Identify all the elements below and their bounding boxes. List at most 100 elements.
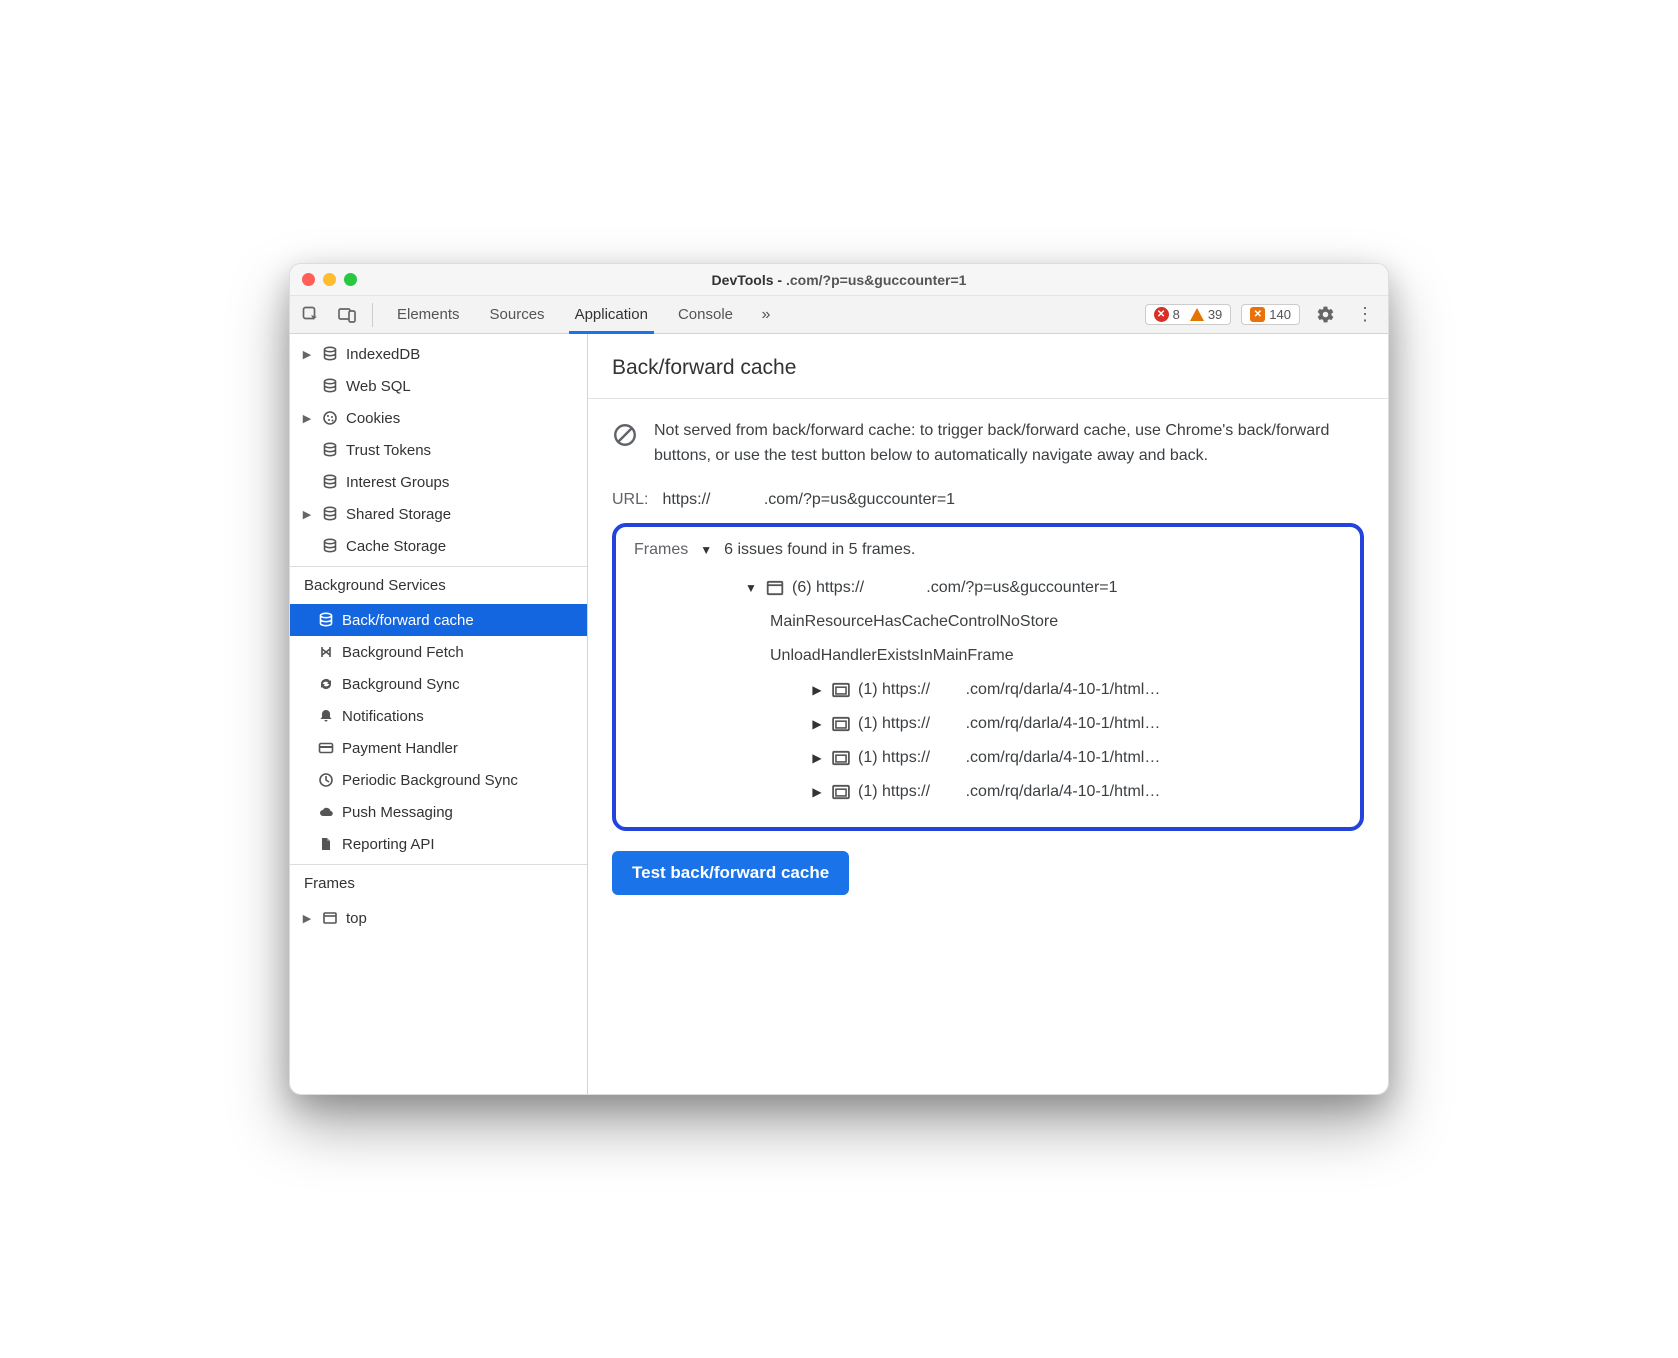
url-label: URL: [612,491,648,509]
window-icon [320,910,340,926]
database-icon [320,474,340,490]
sidebar-item-bfcache[interactable]: Back/forward cache [290,604,587,636]
sidebar-item-periodic-background-sync[interactable]: Periodic Background Sync [290,764,587,796]
cookie-icon [320,410,340,426]
iframe-icon [832,681,850,699]
sidebar-item-label: Cache Storage [346,538,446,555]
frame-url: https:// .com/?p=us&guccounter=1 [816,579,1118,596]
separator [372,303,373,327]
sync-icon [316,676,336,692]
sidebar-item-reporting-api[interactable]: Reporting API [290,828,587,860]
settings-button[interactable] [1310,300,1340,330]
iframe-icon [832,783,850,801]
error-icon: ✕ [1154,307,1169,322]
chevron-right-icon[interactable]: ▶ [810,707,824,741]
frame-url: https:// .com/rq/darla/4-10-1/html… [882,681,1160,698]
reason-text: UnloadHandlerExistsInMainFrame [770,639,1014,673]
sidebar-item-notifications[interactable]: Notifications [290,700,587,732]
sidebar-item-label: Reporting API [342,836,435,853]
chevron-right-icon[interactable]: ▶ [810,775,824,809]
inspect-element-button[interactable] [296,300,326,330]
more-options-button[interactable]: ⋮ [1350,300,1380,330]
subframe-row[interactable]: ▶ (1) https:// .com/rq/darla/4-10-1/html… [770,707,1342,741]
application-panel: Back/forward cache Not served from back/… [588,334,1388,1094]
warnings-badge[interactable]: 39 [1190,307,1222,322]
frame-count: (1) [858,749,878,766]
sidebar-item-payment-handler[interactable]: Payment Handler [290,732,587,764]
sidebar-item-label: top [346,910,367,927]
frame-count: (1) [858,681,878,698]
top-frame-row[interactable]: ▼ (6) https:// .com/?p=us&guccounter=1 [744,571,1342,605]
sidebar-item-indexeddb[interactable]: ▶ IndexedDB [290,338,587,370]
database-icon [320,538,340,554]
errors-badge[interactable]: ✕ 8 [1154,307,1180,322]
chevron-right-icon[interactable]: ▶ [810,741,824,775]
errors-count: 8 [1173,307,1180,322]
devtools-window: DevTools - .com/?p=us&guccounter=1 Eleme… [289,263,1389,1095]
warnings-count: 39 [1208,307,1222,322]
subframe-row[interactable]: ▶ (1) https:// .com/rq/darla/4-10-1/html… [770,741,1342,775]
database-icon [320,378,340,394]
sidebar-item-label: Payment Handler [342,740,458,757]
title-prefix: DevTools - [712,272,786,288]
sidebar-item-background-fetch[interactable]: Background Fetch [290,636,587,668]
sidebar-item-label: Notifications [342,708,424,725]
sidebar-item-label: Back/forward cache [342,612,474,629]
bfcache-notice: Not served from back/forward cache: to t… [612,419,1364,469]
subframe-row[interactable]: ▶ (1) https:// .com/rq/darla/4-10-1/html… [770,673,1342,707]
sidebar-section-frames: Frames [290,864,587,898]
sidebar-item-cookies[interactable]: ▶ Cookies [290,402,587,434]
reason-text: MainResourceHasCacheControlNoStore [770,605,1058,639]
database-icon [316,612,336,628]
sidebar-item-trust-tokens[interactable]: Trust Tokens [290,434,587,466]
device-toolbar-button[interactable] [332,300,362,330]
url-row: URL: https:// .com/?p=us&guccounter=1 [612,491,1364,509]
reason-row: UnloadHandlerExistsInMainFrame [770,639,1342,673]
frame-url: https:// .com/rq/darla/4-10-1/html… [882,715,1160,732]
sidebar-item-websql[interactable]: Web SQL [290,370,587,402]
chevron-down-icon[interactable]: ▼ [744,571,758,605]
sidebar-section-bg-services: Background Services [290,566,587,600]
sidebar-item-push-messaging[interactable]: Push Messaging [290,796,587,828]
chevron-down-icon[interactable]: ▼ [700,543,712,557]
sidebar-item-label: Shared Storage [346,506,451,523]
frame-count: (1) [858,783,878,800]
titlebar: DevTools - .com/?p=us&guccounter=1 [290,264,1388,296]
sidebar-item-label: Periodic Background Sync [342,772,518,789]
reason-row: MainResourceHasCacheControlNoStore [770,605,1342,639]
window-icon [766,579,784,597]
chevron-right-icon[interactable]: ▶ [810,673,824,707]
panel-tabs: Elements Sources Application Console [383,296,747,333]
test-bfcache-button[interactable]: Test back/forward cache [612,851,849,895]
issues-count: 140 [1269,307,1291,322]
tab-console[interactable]: Console [664,296,747,333]
tab-sources[interactable]: Sources [476,296,559,333]
database-icon [320,506,340,522]
frames-panel: Frames ▼ 6 issues found in 5 frames. ▼ (… [612,523,1364,831]
sidebar-item-top-frame[interactable]: ▶ top [290,902,587,934]
issues-badge[interactable]: ✕ 140 [1241,304,1300,325]
database-icon [320,442,340,458]
console-status-badges[interactable]: ✕ 8 39 [1145,304,1232,325]
iframe-icon [832,715,850,733]
document-icon [316,836,336,852]
iframe-icon [832,749,850,767]
clock-icon [316,772,336,788]
subframe-row[interactable]: ▶ (1) https:// .com/rq/darla/4-10-1/html… [770,775,1342,809]
sidebar-item-interest-groups[interactable]: Interest Groups [290,466,587,498]
warning-icon [1190,308,1204,321]
sidebar-item-background-sync[interactable]: Background Sync [290,668,587,700]
bell-icon [316,708,336,724]
blocked-icon [612,419,638,448]
sidebar-item-label: Cookies [346,410,400,427]
more-tabs-button[interactable]: » [753,306,779,324]
sidebar-item-shared-storage[interactable]: ▶ Shared Storage [290,498,587,530]
sidebar-item-label: IndexedDB [346,346,420,363]
sidebar-item-label: Interest Groups [346,474,449,491]
frame-url: https:// .com/rq/darla/4-10-1/html… [882,783,1160,800]
tab-application[interactable]: Application [561,296,662,333]
divider [588,398,1388,399]
sidebar-item-label: Trust Tokens [346,442,431,459]
sidebar-item-cache-storage[interactable]: Cache Storage [290,530,587,562]
tab-elements[interactable]: Elements [383,296,474,333]
